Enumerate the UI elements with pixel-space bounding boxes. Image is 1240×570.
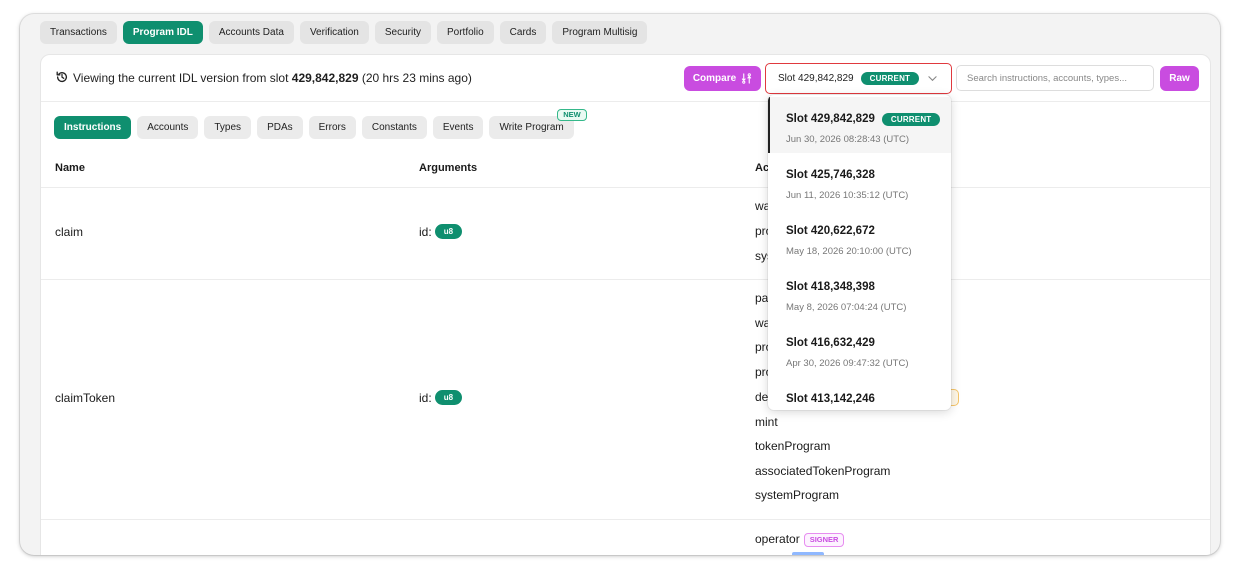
instruction-argument: id: u8	[419, 390, 463, 405]
slot-select-value: Slot 429,842,829	[778, 73, 854, 84]
account-name: operator	[755, 532, 800, 546]
new-badge: NEW	[557, 109, 587, 121]
idl-panel: Viewing the current IDL version from slo…	[40, 54, 1211, 555]
table-row: claim id: u8 wa pro sys	[41, 188, 1210, 280]
raw-button[interactable]: Raw	[1160, 66, 1199, 91]
slot-option[interactable]: Slot 416,632,429 Apr 30, 2026 09:47:32 (…	[768, 321, 951, 377]
compare-icon	[741, 73, 752, 84]
tab-program-idl[interactable]: Program IDL	[122, 21, 203, 44]
account-item: pa	[755, 291, 769, 305]
instructions-table-header: Name Arguments Ac	[41, 155, 1210, 188]
column-header-arguments: Arguments	[419, 162, 478, 174]
chevron-down-icon	[928, 76, 937, 82]
tab-cards[interactable]: Cards	[499, 21, 547, 44]
slot-version-dropdown: Slot 429,842,829 CURRENT Jun 30, 2026 08:…	[768, 95, 951, 410]
tab-write-program[interactable]: Write Program NEW	[489, 109, 587, 139]
instruction-name: claim	[55, 225, 84, 239]
slot-option-date: Jun 30, 2026 08:28:43 (UTC)	[786, 134, 910, 145]
tab-transactions[interactable]: Transactions	[40, 21, 117, 44]
idl-header: Viewing the current IDL version from slo…	[41, 55, 1210, 102]
history-icon	[56, 71, 68, 83]
slot-option-label: Slot 429,842,829 CURRENT	[786, 113, 941, 126]
tab-portfolio[interactable]: Portfolio	[436, 21, 494, 44]
slot-option-label: Slot 425,746,328	[786, 169, 875, 181]
column-header-name: Name	[55, 162, 85, 174]
idl-section-tabs: Instructions Accounts Types PDAs Errors …	[54, 109, 587, 139]
compare-label: Compare	[692, 73, 737, 84]
instruction-name: claimToken	[55, 391, 116, 405]
account-item: tokenProgram	[755, 439, 831, 453]
slot-option-label: Slot 418,348,398	[786, 281, 875, 293]
tab-constants[interactable]: Constants	[361, 116, 427, 139]
table-row: claimToken id: u8 pa wa pro pro de mint …	[41, 280, 1210, 520]
slot-option-date: Apr 30, 2026 09:47:32 (UTC)	[786, 358, 909, 369]
account-item: systemProgram	[755, 488, 840, 502]
search-input[interactable]	[956, 65, 1154, 91]
slot-option[interactable]: Slot 425,746,328 Jun 11, 2026 10:35:12 (…	[768, 153, 951, 209]
compare-button[interactable]: Compare	[684, 66, 761, 91]
type-badge: u8	[434, 390, 463, 405]
slot-option[interactable]: Slot 413,142,246	[768, 377, 951, 410]
slot-option-date: May 8, 2026 07:04:24 (UTC)	[786, 302, 907, 313]
tab-types[interactable]: Types	[204, 116, 252, 139]
column-header-accounts: Ac	[755, 162, 770, 174]
tab-instructions[interactable]: Instructions	[54, 116, 132, 139]
table-row: operator SIGNER	[41, 520, 1210, 555]
tab-errors[interactable]: Errors	[308, 116, 356, 139]
slot-option-date: May 18, 2026 20:10:00 (UTC)	[786, 246, 912, 257]
account-item: de	[755, 390, 769, 404]
slot-option[interactable]: Slot 418,348,398 May 8, 2026 07:04:24 (U…	[768, 265, 951, 321]
signer-badge: SIGNER	[803, 533, 845, 547]
tab-security[interactable]: Security	[374, 21, 431, 44]
top-tab-bar: Transactions Program IDL Accounts Data V…	[40, 21, 648, 44]
slot-version-select[interactable]: Slot 429,842,829 CURRENT	[765, 63, 952, 94]
slot-option[interactable]: Slot 429,842,829 CURRENT Jun 30, 2026 08:…	[768, 97, 951, 153]
argument-label: id:	[419, 224, 432, 239]
app-window: Transactions Program IDL Accounts Data V…	[20, 14, 1220, 555]
version-info-text: Viewing the current IDL version from slo…	[73, 71, 472, 85]
slot-option-label: Slot 416,632,429	[786, 337, 875, 349]
account-item: associatedTokenProgram	[755, 464, 891, 478]
tab-accounts[interactable]: Accounts	[137, 116, 199, 139]
account-item: operator SIGNER	[755, 532, 845, 547]
slot-option[interactable]: Slot 420,622,672 May 18, 2026 20:10:00 (…	[768, 209, 951, 265]
tab-verification[interactable]: Verification	[299, 21, 369, 44]
tab-accounts-data[interactable]: Accounts Data	[208, 21, 294, 44]
version-slot: 429,842,829	[291, 71, 359, 85]
hidden-badge-edge	[951, 389, 959, 406]
type-badge: u8	[434, 224, 463, 239]
hidden-badge-edge	[792, 552, 824, 555]
tab-pdas[interactable]: PDAs	[257, 116, 303, 139]
instruction-argument: id: u8	[419, 224, 463, 239]
tab-events[interactable]: Events	[432, 116, 484, 139]
slot-option-date: Jun 11, 2026 10:35:12 (UTC)	[786, 190, 909, 201]
slot-option-label: Slot 420,622,672	[786, 225, 875, 237]
tab-write-program-label: Write Program	[499, 122, 564, 133]
current-badge: CURRENT	[881, 113, 941, 126]
current-badge: CURRENT	[860, 72, 920, 85]
tab-program-multisig[interactable]: Program Multisig	[552, 21, 648, 44]
argument-label: id:	[419, 390, 432, 405]
account-item: mint	[755, 415, 778, 429]
slot-option-label: Slot 413,142,246	[786, 393, 875, 405]
